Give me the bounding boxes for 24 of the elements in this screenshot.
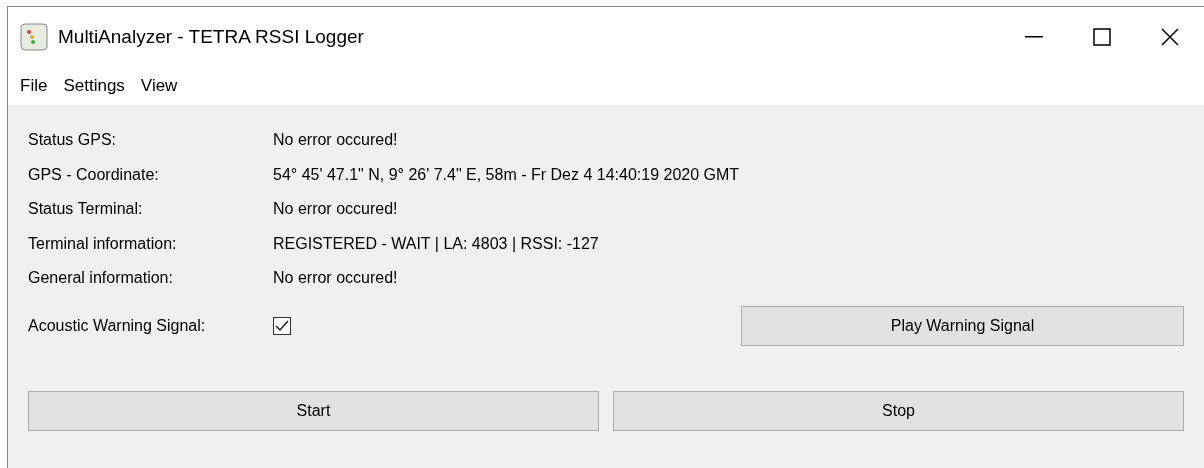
field-label: Status GPS: — [28, 130, 118, 151]
action-button[interactable]: Stop — [613, 390, 1184, 431]
menu-item[interactable]: File — [12, 73, 56, 99]
maximize-icon — [1093, 28, 1111, 46]
field-value: No error occured! — [273, 199, 398, 220]
check-icon — [275, 319, 289, 332]
field-value: No error occured! — [273, 130, 398, 151]
field-label: Terminal information: — [28, 233, 178, 254]
app-icon — [20, 23, 48, 51]
minimize-icon — [1025, 36, 1043, 38]
menu-item[interactable]: Settings — [55, 73, 133, 99]
field-label: Acoustic Warning Signal: — [28, 315, 207, 336]
menu-item[interactable]: View — [132, 73, 186, 99]
field-value: REGISTERED - WAIT | LA: 4803 | RSSI: -127 — [273, 233, 599, 254]
field-value: 54° 45' 47.1" N, 9° 26' 7.4" E, 58m - Fr Dez 4 14:40:19 2020 GMT — [273, 164, 740, 185]
close-icon — [1161, 28, 1179, 46]
window-title: MultiAnalyzer - TETRA RSSI Logger — [58, 24, 364, 49]
warning-checkbox[interactable] — [273, 316, 291, 335]
field-label: General information: — [28, 268, 174, 289]
field-label: GPS - Coordinate: — [28, 164, 160, 185]
action-button[interactable]: Start — [28, 390, 599, 431]
field-value: No error occured! — [273, 268, 398, 289]
play-warning-button[interactable]: Play Warning Signal — [741, 305, 1184, 346]
field-label: Status Terminal: — [28, 199, 144, 220]
